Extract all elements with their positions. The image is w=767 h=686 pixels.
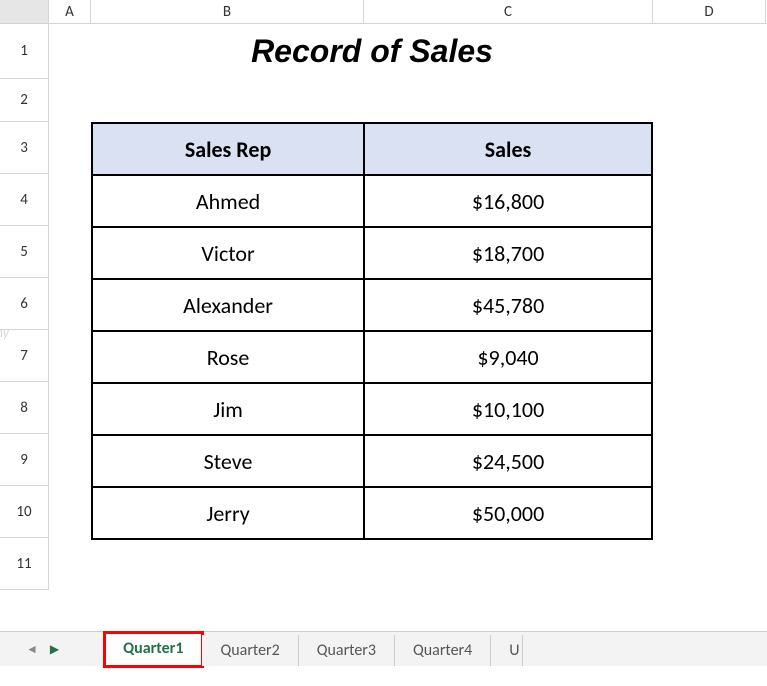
cell-sales[interactable]: $16,800 [364, 175, 652, 227]
table-row: Ahmed$16,800 [92, 175, 652, 227]
cell-rep[interactable]: Jim [92, 383, 364, 435]
row-header-1[interactable]: 1 [0, 24, 49, 79]
col-header-A[interactable]: A [49, 0, 91, 23]
tab-quarter4[interactable]: Quarter4 [395, 635, 491, 666]
table-row: Alexander$45,780 [92, 279, 652, 331]
row-header-2[interactable]: 2 [0, 79, 49, 122]
nav-next-icon[interactable]: ▶ [44, 642, 65, 657]
cell-rep[interactable]: Jerry [92, 487, 364, 539]
spreadsheet-grid: A B C D 1 2 3 4 5 6 7 8 9 10 11 Record o… [0, 0, 767, 610]
row-header-6[interactable]: 6 [0, 278, 49, 330]
header-sales-rep[interactable]: Sales Rep [92, 123, 364, 175]
cell-sales[interactable]: $10,100 [364, 383, 652, 435]
nav-prev-icon[interactable]: ◄ [20, 642, 44, 657]
table-row: Rose$9,040 [92, 331, 652, 383]
sheet-tab-bar: ◄ ▶ Quarter1 Quarter2 Quarter3 Quarter4 … [0, 631, 767, 666]
col-header-C[interactable]: C [364, 0, 653, 23]
row-header-8[interactable]: 8 [0, 382, 49, 434]
col-header-D[interactable]: D [653, 0, 766, 23]
tab-quarter1[interactable]: Quarter1 [105, 633, 202, 666]
sales-table: Sales Rep Sales Ahmed$16,800 Victor$18,7… [91, 122, 653, 540]
table-header-row: Sales Rep Sales [92, 123, 652, 175]
column-headers: A B C D [0, 0, 767, 24]
table-row: Steve$24,500 [92, 435, 652, 487]
cell-rep[interactable]: Alexander [92, 279, 364, 331]
cell-sales[interactable]: $18,700 [364, 227, 652, 279]
row-header-10[interactable]: 10 [0, 486, 49, 538]
cell-sales[interactable]: $24,500 [364, 435, 652, 487]
cell-rep[interactable]: Rose [92, 331, 364, 383]
row-header-4[interactable]: 4 [0, 174, 49, 226]
table-row: Jerry$50,000 [92, 487, 652, 539]
cell-rep[interactable]: Steve [92, 435, 364, 487]
tab-quarter3[interactable]: Quarter3 [299, 635, 395, 666]
sheet-tabs: Quarter1 Quarter2 Quarter3 Quarter4 U [105, 632, 522, 666]
row-header-11[interactable]: 11 [0, 538, 49, 590]
row-header-5[interactable]: 5 [0, 226, 49, 278]
cell-sales[interactable]: $50,000 [364, 487, 652, 539]
tab-cut[interactable]: U [491, 635, 522, 666]
row-headers: 1 2 3 4 5 6 7 8 9 10 11 [0, 24, 49, 590]
cell-rep[interactable]: Victor [92, 227, 364, 279]
header-sales[interactable]: Sales [364, 123, 652, 175]
row-header-9[interactable]: 9 [0, 434, 49, 486]
table-row: Jim$10,100 [92, 383, 652, 435]
page-title: Record of Sales [91, 24, 653, 79]
tab-quarter2[interactable]: Quarter2 [202, 635, 298, 666]
row-header-3[interactable]: 3 [0, 122, 49, 174]
col-header-B[interactable]: B [91, 0, 364, 23]
cell-sales[interactable]: $45,780 [364, 279, 652, 331]
cell-rep[interactable]: Ahmed [92, 175, 364, 227]
select-all-corner[interactable] [0, 0, 49, 23]
table-row: Victor$18,700 [92, 227, 652, 279]
row-header-7[interactable]: 7 [0, 330, 49, 382]
cell-sales[interactable]: $9,040 [364, 331, 652, 383]
